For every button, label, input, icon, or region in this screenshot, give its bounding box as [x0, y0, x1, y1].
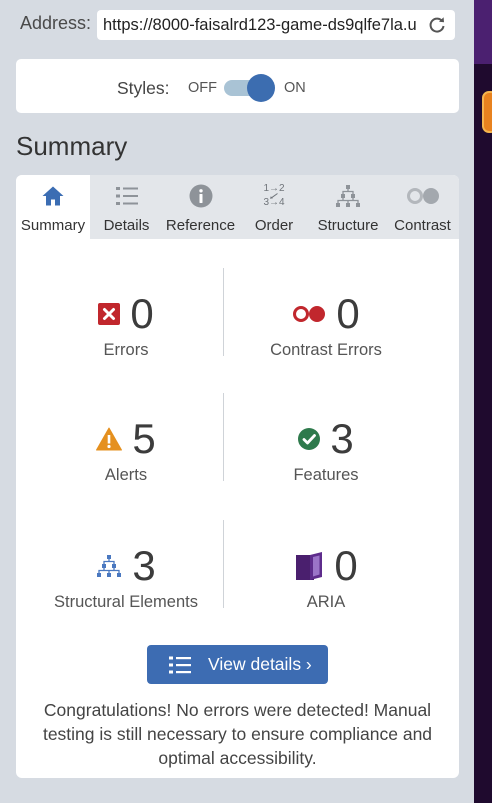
tab-reference[interactable]: Reference — [163, 175, 238, 239]
feature-icon — [298, 428, 321, 450]
aria-label: ARIA — [306, 593, 346, 611]
summary-features: 3 Features — [226, 417, 426, 485]
tab-order-label: Order — [254, 217, 294, 234]
order-icon: 1→2 3→4 — [260, 184, 288, 208]
congratulations-message: Congratulations! No errors were detected… — [16, 698, 459, 770]
structural-elements-label: Structural Elements — [54, 593, 198, 611]
styles-toggle[interactable] — [224, 74, 275, 102]
contrast-errors-count: 0 — [336, 290, 360, 337]
aria-icon — [296, 552, 323, 580]
view-details-button[interactable]: View details › — [147, 645, 328, 684]
view-details-label: View details › — [208, 654, 312, 674]
tab-details-label: Details — [103, 217, 150, 234]
alerts-label: Alerts — [104, 466, 148, 484]
structural-elements-count: 3 — [132, 542, 156, 589]
structure-icon — [97, 555, 122, 577]
summary-contrast-errors: 0 Contrast Errors — [226, 292, 426, 360]
errors-count: 0 — [130, 290, 154, 337]
tab-reference-label: Reference — [165, 217, 236, 234]
summary-alerts: 5 Alerts — [26, 417, 226, 485]
contrast-error-icon — [293, 306, 326, 322]
underlying-page-strip — [474, 0, 492, 803]
summary-aria: 0 ARIA — [226, 544, 426, 612]
summary-card: Summary Details Reference 1→2 3→4 Order … — [16, 175, 459, 778]
summary-errors: 0 Errors — [26, 292, 226, 360]
tab-contrast-label: Contrast — [394, 217, 451, 234]
contrast-icon — [406, 188, 439, 204]
order-icon-bottom-text: 3→4 — [263, 197, 285, 208]
errors-label: Errors — [103, 341, 149, 359]
features-label: Features — [293, 466, 359, 484]
styles-card: Styles: OFF ON — [16, 59, 459, 113]
styles-on-label: ON — [284, 80, 306, 96]
home-icon — [42, 186, 64, 206]
wave-sidebar-panel: Address: https://8000-faisalrd123-game-d… — [0, 0, 474, 803]
underlying-page-header — [474, 0, 492, 64]
info-icon — [189, 184, 212, 208]
alert-icon — [96, 427, 123, 451]
address-label: Address: — [20, 13, 92, 33]
underlying-page-badge — [482, 91, 492, 133]
tab-structure[interactable]: Structure — [310, 175, 386, 239]
tab-order[interactable]: 1→2 3→4 Order — [238, 175, 310, 239]
features-count: 3 — [330, 415, 354, 462]
toggle-knob[interactable] — [247, 74, 275, 102]
styles-label: Styles: — [117, 78, 170, 98]
tab-bar: Summary Details Reference 1→2 3→4 Order … — [16, 175, 459, 239]
page-title: Summary — [16, 131, 128, 161]
aria-count: 0 — [334, 542, 358, 589]
message-line: testing is still necessary to ensure com… — [42, 724, 433, 744]
alerts-count: 5 — [132, 415, 156, 462]
refresh-icon[interactable] — [428, 16, 446, 34]
tab-contrast[interactable]: Contrast — [386, 175, 459, 239]
error-icon — [98, 303, 121, 325]
message-line: Congratulations! No errors were detected… — [43, 700, 432, 720]
list-icon — [115, 187, 138, 205]
tab-summary[interactable]: Summary — [16, 175, 90, 239]
tab-structure-label: Structure — [317, 217, 379, 234]
styles-off-label: OFF — [188, 80, 217, 96]
address-field[interactable]: https://8000-faisalrd123-game-ds9qlfe7la… — [97, 10, 455, 40]
tab-details[interactable]: Details — [90, 175, 163, 239]
structure-icon — [336, 185, 360, 207]
summary-structural-elements: 3 Structural Elements — [26, 544, 226, 612]
tab-summary-label: Summary — [20, 217, 86, 234]
list-icon — [169, 656, 191, 674]
address-url[interactable]: https://8000-faisalrd123-game-ds9qlfe7la… — [103, 10, 425, 40]
contrast-errors-label: Contrast Errors — [270, 341, 382, 359]
message-line: optimal accessibility. — [158, 748, 317, 768]
